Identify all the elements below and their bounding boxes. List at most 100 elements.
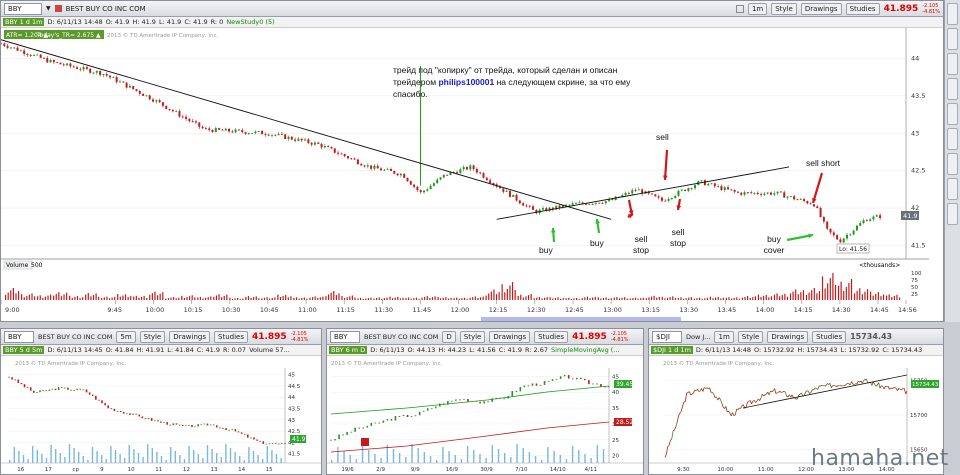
panel3-interval-button[interactable]: 1m xyxy=(714,330,734,343)
volume-bar xyxy=(514,290,516,300)
style-button[interactable]: Style xyxy=(771,2,797,15)
panel2-interval-button[interactable]: D xyxy=(442,330,456,343)
volume-bar xyxy=(21,294,23,300)
sidebar-tab[interactable] xyxy=(947,28,958,50)
sidebar-tab[interactable] xyxy=(947,78,958,100)
sidebar-tab[interactable] xyxy=(947,3,958,25)
bby-5d-chart: 2013 © TD Ameritrade IP Company, Inc. 45… xyxy=(1,360,321,473)
volume-value: 500 xyxy=(31,262,43,269)
volume-bar xyxy=(417,448,419,463)
volume-bar xyxy=(223,295,225,300)
volume-bar xyxy=(290,296,292,300)
candle-body xyxy=(730,189,733,191)
price-segment xyxy=(705,387,708,389)
volume-tick-label: 50 xyxy=(911,285,918,291)
volume-bar xyxy=(503,453,506,463)
candle-body xyxy=(525,205,528,207)
candle-body xyxy=(129,413,131,415)
horizontal-scrollbar[interactable] xyxy=(481,317,681,322)
panel1-change: -2.105 -4.81% xyxy=(291,331,309,343)
sidebar-tab[interactable] xyxy=(947,128,958,150)
panel3-symbol-input[interactable]: $DJI xyxy=(652,330,682,343)
symbol-dropdown-icon[interactable]: ▼ xyxy=(46,5,51,12)
volume-bar xyxy=(338,293,340,300)
candle-body xyxy=(105,74,108,76)
panel1-studies-button[interactable]: Studies xyxy=(214,330,248,343)
volume-bar xyxy=(341,296,343,300)
sidebar-tab[interactable] xyxy=(947,103,958,125)
volume-bar xyxy=(888,294,890,300)
price-segment xyxy=(810,389,813,393)
studies-button[interactable]: Studies xyxy=(845,2,880,15)
panel3-drawings-button[interactable]: Drawings xyxy=(767,330,809,343)
price-segment xyxy=(778,390,781,393)
candle-body xyxy=(36,54,39,56)
candle-body xyxy=(113,408,116,412)
annotation-buy-1: buy xyxy=(539,245,553,255)
volume-bar xyxy=(234,452,236,463)
volume-bar xyxy=(258,298,260,300)
panel2-drawings-button[interactable]: Drawings xyxy=(489,330,531,343)
volume-bar xyxy=(728,297,730,300)
volume-bar xyxy=(306,298,308,300)
price-segment xyxy=(835,385,837,388)
candle-body xyxy=(66,63,69,66)
volume-bar xyxy=(58,292,60,300)
candle-body xyxy=(879,215,882,219)
company-title: BEST BUY CO INC COM xyxy=(65,4,146,13)
volume-bar xyxy=(130,295,132,300)
link-icon[interactable] xyxy=(735,4,744,13)
candle-body xyxy=(95,71,98,73)
interval-button[interactable]: 1m xyxy=(747,2,768,15)
sidebar-tab[interactable] xyxy=(947,178,958,200)
volume-bar xyxy=(210,296,212,300)
price-segment xyxy=(781,391,783,394)
candle-body xyxy=(687,188,690,191)
panel3-studies-button[interactable]: Studies xyxy=(812,330,847,343)
candle-body xyxy=(14,379,17,381)
panel1-interval-button[interactable]: 5m xyxy=(116,330,136,343)
panel3-style-button[interactable]: Style xyxy=(737,330,764,343)
drawings-button[interactable]: Drawings xyxy=(800,2,842,15)
panel1-symbol-input[interactable]: BBY xyxy=(4,330,34,343)
candle-body xyxy=(203,423,206,425)
price-segment xyxy=(885,385,887,388)
volume-bar xyxy=(658,296,660,300)
volume-bar xyxy=(27,459,29,463)
volume-bar xyxy=(220,457,222,463)
tr-badge: Today's_TR= 2.675 ▲ xyxy=(36,32,101,39)
change-percent: -4.81% xyxy=(922,8,940,15)
panel1-style-button[interactable]: Style xyxy=(139,330,166,343)
sidebar-tab[interactable] xyxy=(947,153,958,175)
volume-bar xyxy=(866,289,869,300)
volume-bar xyxy=(119,454,121,463)
annotation-sell: sell xyxy=(656,132,669,142)
symbol-input[interactable]: BBY xyxy=(4,2,42,15)
candle-body xyxy=(664,200,667,202)
candle-body xyxy=(541,208,544,210)
volume-bar xyxy=(418,298,420,300)
panel2-style-button[interactable]: Style xyxy=(459,330,486,343)
candle-body xyxy=(600,384,602,387)
candle-body xyxy=(142,93,145,96)
candle-body xyxy=(225,428,227,431)
sidebar-tab[interactable] xyxy=(947,203,958,225)
volume-bar xyxy=(194,297,196,300)
candle-body xyxy=(674,195,677,198)
candle-body xyxy=(436,179,439,184)
panel1-drawings-button[interactable]: Drawings xyxy=(169,330,210,343)
price-segment xyxy=(777,391,779,394)
volume-bar xyxy=(221,297,223,300)
candle-body xyxy=(256,439,258,441)
panel2-studies-button[interactable]: Studies xyxy=(534,330,569,343)
volume-bar xyxy=(327,294,330,300)
candle-body xyxy=(13,47,16,49)
volume-bar xyxy=(325,296,327,300)
candle-body xyxy=(49,59,52,63)
candle-body xyxy=(366,425,369,428)
price-segment xyxy=(779,390,782,393)
volume-bar xyxy=(466,298,468,300)
panel2-symbol-input[interactable]: BBY xyxy=(330,330,360,343)
sidebar-tab[interactable] xyxy=(947,53,958,75)
flag-icon[interactable] xyxy=(54,5,62,12)
